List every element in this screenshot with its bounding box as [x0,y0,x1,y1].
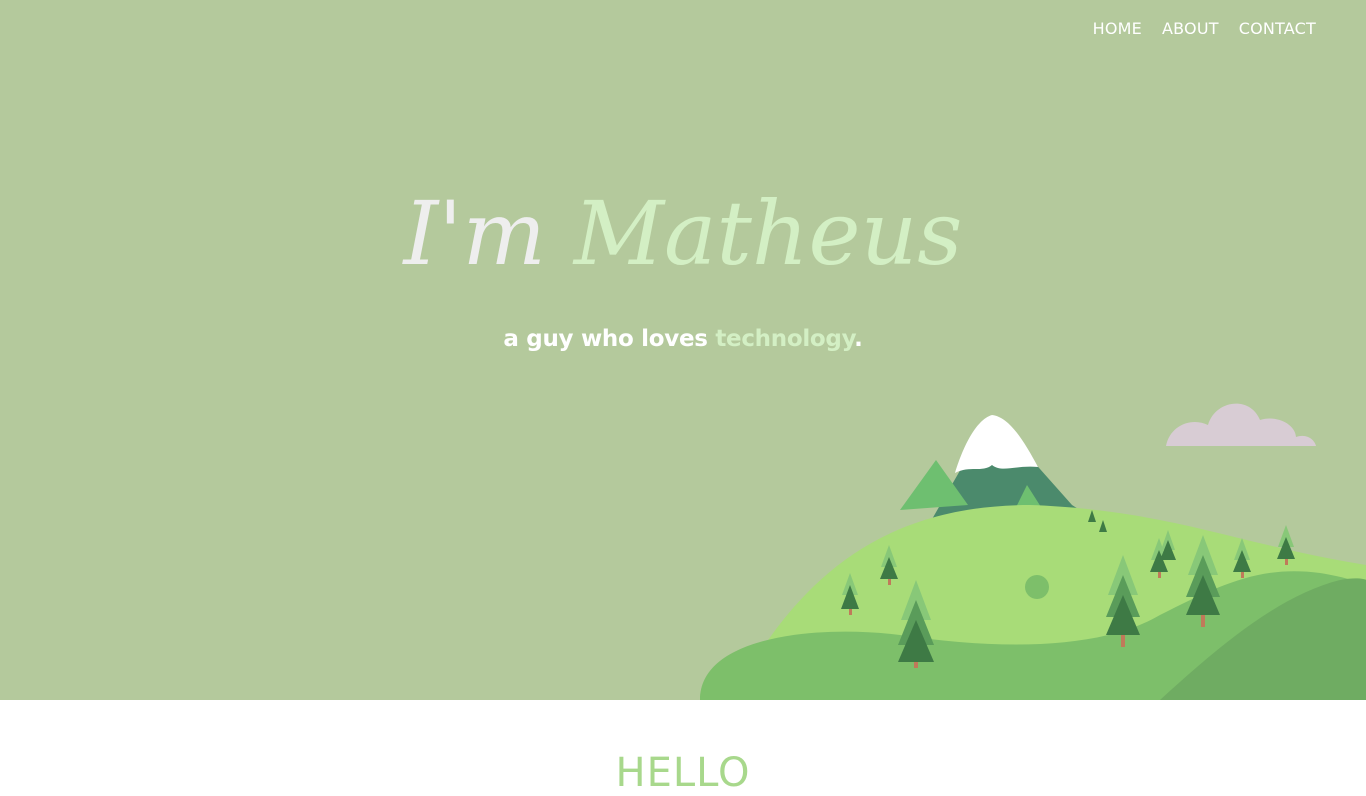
hero-subtitle-suffix: . [854,326,863,352]
hero-title: I'm Matheus [0,190,1366,278]
hero-title-name: Matheus [573,182,963,285]
cloud-icon [1166,403,1316,446]
nav-contact-link[interactable]: CONTACT [1239,19,1316,38]
main-nav: HOME ABOUT CONTACT [1093,19,1316,38]
bush-icon [1025,575,1049,599]
hero-subtitle: a guy who loves technology. [0,326,1366,352]
landscape-illustration [700,403,1366,700]
hero-title-prefix: I'm [403,182,574,285]
hero-section: HOME ABOUT CONTACT I'm Matheus a guy who… [0,0,1366,700]
hello-heading: HELLO [615,750,751,796]
nav-home-link[interactable]: HOME [1093,19,1142,38]
hero-subtitle-prefix: a guy who loves [503,326,716,352]
hero-subtitle-highlight: technology [715,326,855,352]
nav-about-link[interactable]: ABOUT [1162,19,1219,38]
tree-icon [1277,525,1295,565]
